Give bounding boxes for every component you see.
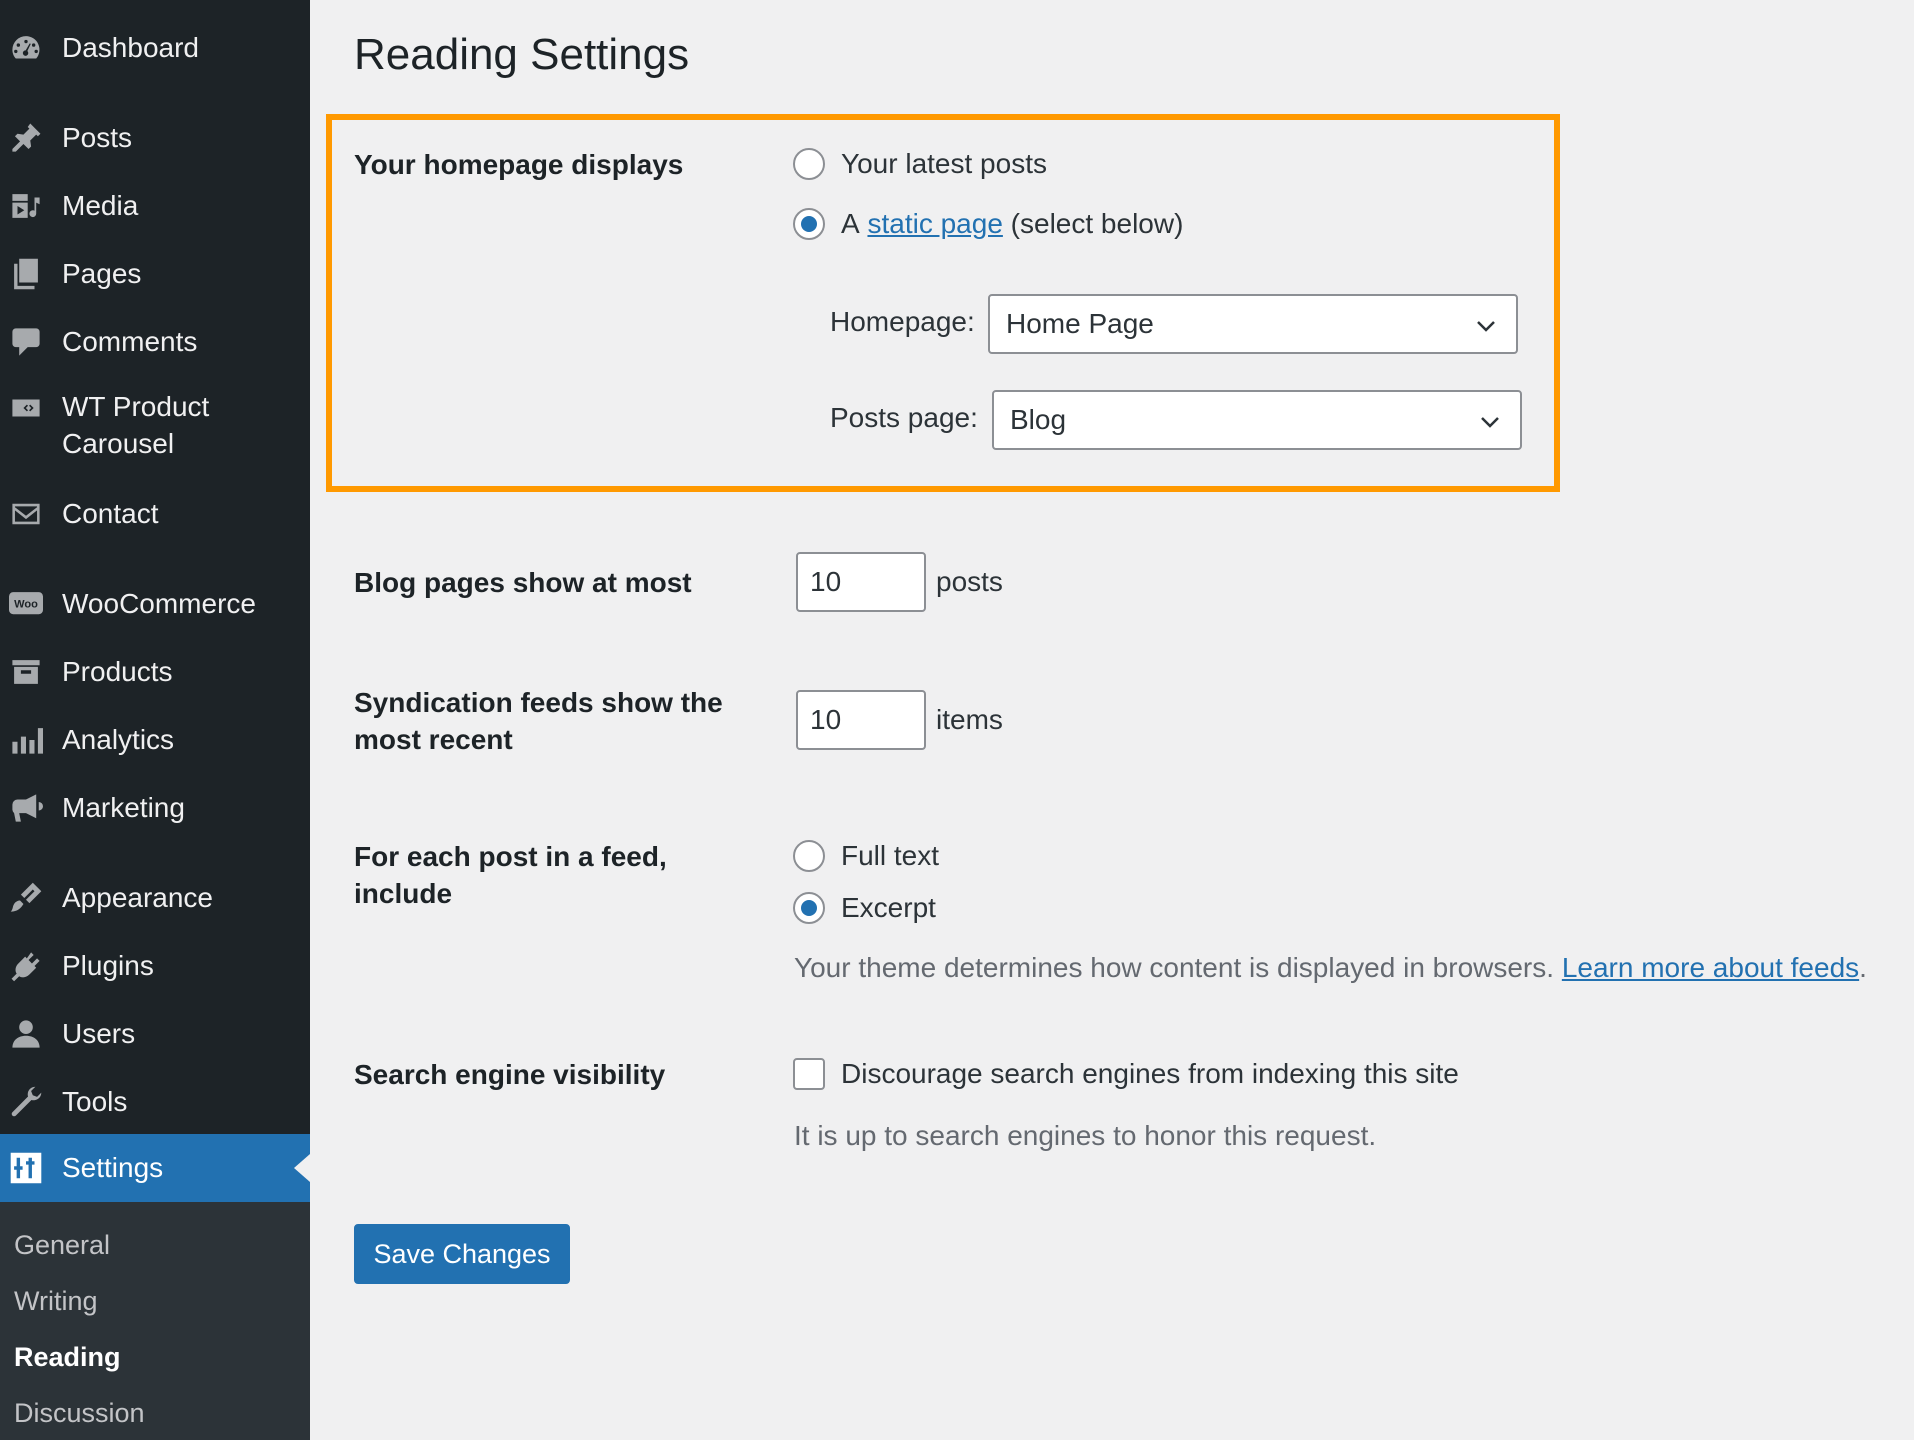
- radio-full-text-label: Full text: [841, 840, 940, 871]
- posts-page-select[interactable]: Blog: [992, 390, 1522, 450]
- radio-static-page-suffix: (select below): [1010, 208, 1184, 239]
- syndication-input[interactable]: 10: [796, 690, 926, 750]
- sidebar-item-settings[interactable]: Settings: [0, 1134, 310, 1202]
- homepage-select-value: Home Page: [1006, 308, 1154, 339]
- woo-icon-text: Woo: [14, 598, 38, 610]
- homepage-displays-label: Your homepage displays: [354, 149, 684, 180]
- radio-full-text[interactable]: Full text: [793, 840, 939, 872]
- pages-icon: [8, 256, 44, 292]
- posts-page-select-label: Posts page:: [830, 402, 978, 433]
- blog-pages-input[interactable]: 10: [796, 552, 926, 612]
- carousel-icon: [8, 390, 44, 426]
- sidebar-item-products[interactable]: Products: [0, 652, 310, 692]
- brush-icon: [8, 880, 44, 916]
- admin-sidebar: Dashboard Posts Media Pages Comments WT …: [0, 0, 310, 1440]
- submenu-item-writing[interactable]: Writing: [14, 1284, 98, 1318]
- radio-static-page-control[interactable]: [793, 208, 825, 240]
- radio-excerpt-label: Excerpt: [841, 892, 936, 923]
- syndication-unit: items: [936, 704, 1003, 735]
- submenu-item-reading[interactable]: Reading: [14, 1340, 121, 1374]
- discourage-search-checkbox[interactable]: [793, 1058, 825, 1090]
- discourage-search-checkbox-row[interactable]: Discourage search engines from indexing …: [793, 1058, 1459, 1090]
- sidebar-item-marketing[interactable]: Marketing: [0, 788, 310, 828]
- feed-description-period: .: [1859, 952, 1867, 983]
- page-title: Reading Settings: [354, 30, 690, 79]
- learn-more-feeds-link[interactable]: Learn more about feeds: [1562, 952, 1859, 983]
- feed-description: Your theme determines how content is dis…: [794, 952, 1867, 984]
- radio-excerpt[interactable]: Excerpt: [793, 892, 936, 924]
- mail-icon: [8, 496, 44, 532]
- settings-icon: [8, 1150, 44, 1186]
- sidebar-item-plugins[interactable]: Plugins: [0, 946, 310, 986]
- active-menu-arrow: [294, 1154, 310, 1182]
- chevron-down-icon: [1481, 417, 1499, 428]
- woo-icon: Woo: [8, 586, 44, 622]
- sidebar-item-woocommerce[interactable]: Woo WooCommerce: [0, 584, 310, 624]
- discourage-search-label: Discourage search engines from indexing …: [841, 1058, 1459, 1089]
- sidebar-item-posts[interactable]: Posts: [0, 118, 310, 158]
- comment-icon: [8, 324, 44, 360]
- settings-submenu: General Writing Reading Discussion: [0, 1202, 310, 1440]
- radio-excerpt-control[interactable]: [793, 892, 825, 924]
- syndication-label: Syndication feeds show the most recent: [354, 687, 723, 755]
- posts-page-select-value: Blog: [1010, 404, 1067, 435]
- search-visibility-description: It is up to search engines to honor this…: [794, 1120, 1377, 1151]
- sidebar-item-pages[interactable]: Pages: [0, 254, 310, 294]
- wrench-icon: [8, 1084, 44, 1120]
- radio-static-page-prefix: A: [841, 208, 860, 239]
- sidebar-item-dashboard[interactable]: Dashboard: [0, 28, 310, 68]
- megaphone-icon: [8, 790, 44, 826]
- save-changes-button[interactable]: Save Changes: [354, 1224, 570, 1284]
- bar-chart-icon: [8, 722, 44, 758]
- user-icon: [8, 1016, 44, 1052]
- submenu-item-discussion[interactable]: Discussion: [14, 1396, 145, 1430]
- search-visibility-label: Search engine visibility: [354, 1059, 666, 1090]
- submenu-item-general[interactable]: General: [14, 1228, 110, 1262]
- radio-static-page[interactable]: A static page (select below): [793, 208, 1183, 240]
- chevron-down-icon: [1477, 321, 1495, 332]
- sidebar-item-wt-product-carousel[interactable]: WT Product Carousel: [0, 388, 310, 462]
- radio-latest-posts-label: Your latest posts: [841, 148, 1047, 179]
- blog-pages-value: 10: [810, 566, 842, 597]
- blog-pages-unit: posts: [936, 566, 1003, 597]
- dashboard-icon: [8, 30, 44, 66]
- radio-latest-posts-control[interactable]: [793, 148, 825, 180]
- sidebar-item-analytics[interactable]: Analytics: [0, 720, 310, 760]
- sidebar-item-appearance[interactable]: Appearance: [0, 878, 310, 918]
- sidebar-item-contact[interactable]: Contact: [0, 494, 310, 534]
- media-icon: [8, 188, 44, 224]
- radio-full-text-control[interactable]: [793, 840, 825, 872]
- radio-latest-posts[interactable]: Your latest posts: [793, 148, 1047, 180]
- homepage-select-label: Homepage:: [830, 306, 975, 337]
- sidebar-item-media[interactable]: Media: [0, 186, 310, 226]
- sidebar-item-tools[interactable]: Tools: [0, 1082, 310, 1122]
- syndication-value: 10: [810, 704, 842, 735]
- pin-icon: [8, 120, 44, 156]
- archive-icon: [8, 654, 44, 690]
- blog-pages-label: Blog pages show at most: [354, 567, 692, 598]
- static-page-link[interactable]: static page: [867, 208, 1002, 240]
- sidebar-item-users[interactable]: Users: [0, 1014, 310, 1054]
- feed-description-text: Your theme determines how content is dis…: [794, 952, 1555, 983]
- sidebar-item-comments[interactable]: Comments: [0, 322, 310, 362]
- homepage-select[interactable]: Home Page: [988, 294, 1518, 354]
- feed-include-label: For each post in a feed, include: [354, 841, 667, 909]
- plug-icon: [8, 948, 44, 984]
